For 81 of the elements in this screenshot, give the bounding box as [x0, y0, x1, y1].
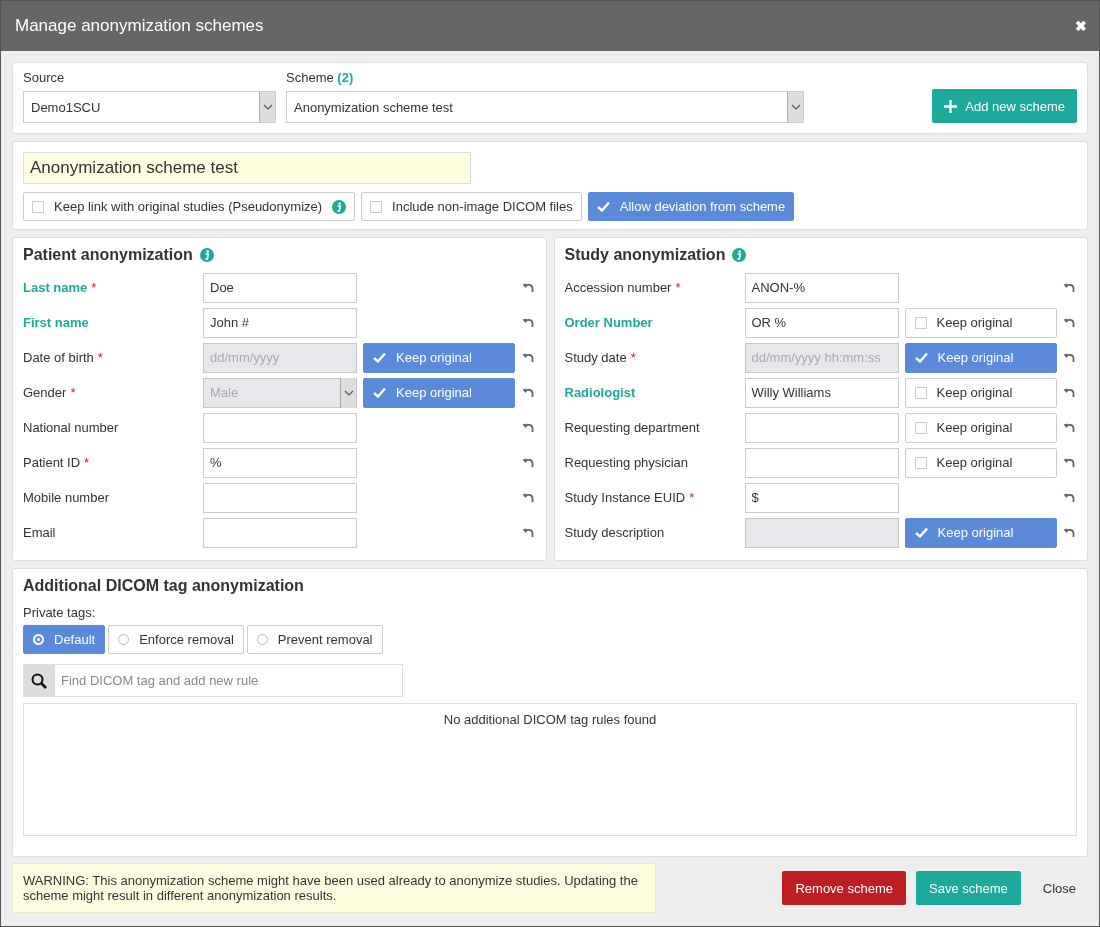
scheme-label: Scheme (2): [286, 70, 355, 85]
field-label: Last name *: [23, 280, 98, 295]
check-icon: [914, 352, 928, 363]
undo-icon[interactable]: [521, 317, 534, 328]
field-label: First name: [23, 315, 90, 330]
scheme-select[interactable]: Anonymization scheme test: [286, 91, 804, 123]
undo-icon[interactable]: [1063, 317, 1075, 328]
private-tags-option[interactable]: Enforce removal: [108, 625, 244, 654]
field-label: Requesting department: [564, 420, 701, 435]
private-tags-label: Private tags:: [23, 605, 97, 620]
undo-icon[interactable]: [521, 387, 534, 398]
close-icon[interactable]: ✖: [1075, 18, 1087, 34]
text-field[interactable]: [744, 412, 899, 443]
check-icon: [373, 387, 386, 398]
field-label: Date of birth *: [23, 350, 104, 365]
undo-icon[interactable]: [521, 527, 534, 538]
check-icon: [373, 352, 386, 363]
undo-icon[interactable]: [1063, 352, 1075, 363]
text-field[interactable]: [203, 482, 357, 513]
text-field[interactable]: Doe: [203, 272, 357, 303]
undo-icon[interactable]: [1063, 387, 1075, 398]
text-field[interactable]: Willy Williams: [744, 377, 899, 408]
text-field[interactable]: John #: [203, 307, 357, 338]
keep-original-toggle[interactable]: Keep original: [904, 412, 1057, 443]
search-icon: [31, 672, 47, 689]
warning-message: WARNING: This anonymization scheme might have been used already to anonymize studies. Updating the scheme might result in different anonymization results.: [12, 863, 656, 913]
field-label: Order Number: [564, 315, 654, 330]
field-label: Patient ID *: [23, 455, 91, 470]
info-icon[interactable]: [199, 248, 214, 262]
undo-icon[interactable]: [521, 492, 534, 503]
text-field[interactable]: %: [203, 447, 357, 478]
scheme-name-field[interactable]: Anonymization scheme test: [23, 152, 471, 184]
option-toggle[interactable]: Keep link with original studies (Pseudonymize): [23, 192, 356, 221]
section-title: Additional DICOM tag anonymization: [23, 577, 304, 595]
section-title: Patient anonymization: [23, 246, 193, 264]
empty-message: No additional DICOM tag rules found: [443, 712, 657, 729]
field-label: Study Instance EUID *: [564, 490, 696, 505]
field-label: Mobile number: [23, 490, 110, 505]
window-title: Manage anonymization schemes: [15, 16, 264, 36]
field-label: Accession number *: [564, 280, 682, 295]
source-select[interactable]: Demo1SCU: [23, 91, 276, 123]
field-label: Study date *: [564, 350, 637, 365]
text-field[interactable]: OR %: [744, 307, 899, 338]
undo-icon[interactable]: [521, 352, 534, 363]
caret-icon: [340, 377, 356, 408]
text-field[interactable]: [744, 447, 899, 478]
info-icon[interactable]: [332, 199, 347, 214]
undo-icon[interactable]: [1063, 282, 1075, 293]
field-label: Email: [23, 525, 57, 540]
text-field[interactable]: ANON-%: [744, 272, 899, 303]
text-field[interactable]: $: [744, 482, 899, 513]
keep-original-toggle[interactable]: Keep original: [904, 447, 1057, 478]
undo-icon[interactable]: [1063, 422, 1075, 433]
undo-icon[interactable]: [521, 457, 534, 468]
keep-original-toggle[interactable]: Keep original: [904, 377, 1057, 408]
keep-original-toggle[interactable]: Keep original: [904, 307, 1057, 338]
option-toggle[interactable]: Include non-image DICOM files: [361, 192, 582, 221]
private-tags-option[interactable]: Prevent removal: [246, 625, 383, 654]
field-label: National number: [23, 420, 120, 435]
field-label: Radiologist: [564, 385, 637, 400]
field-label: Requesting physician: [564, 455, 690, 470]
info-icon[interactable]: [732, 248, 747, 262]
check-icon: [596, 201, 610, 212]
text-field[interactable]: [203, 517, 357, 548]
source-label: Source: [23, 70, 66, 85]
section-title: Study anonymization: [564, 246, 726, 264]
caret-icon: [787, 92, 803, 122]
check-icon: [914, 527, 928, 538]
field-label: Study description: [564, 525, 666, 540]
remove-button[interactable]: Remove scheme: [782, 871, 906, 905]
undo-icon[interactable]: [1063, 527, 1075, 538]
close-button[interactable]: Close: [1030, 871, 1088, 905]
plus-icon: [944, 99, 958, 113]
search-field[interactable]: Find DICOM tag and add new rule: [55, 664, 403, 697]
undo-icon[interactable]: [1063, 492, 1075, 503]
undo-icon[interactable]: [521, 422, 534, 433]
text-field[interactable]: [203, 412, 357, 443]
undo-icon[interactable]: [521, 282, 534, 293]
undo-icon[interactable]: [1063, 457, 1075, 468]
caret-icon: [259, 92, 275, 122]
field-label: Gender *: [23, 385, 77, 400]
